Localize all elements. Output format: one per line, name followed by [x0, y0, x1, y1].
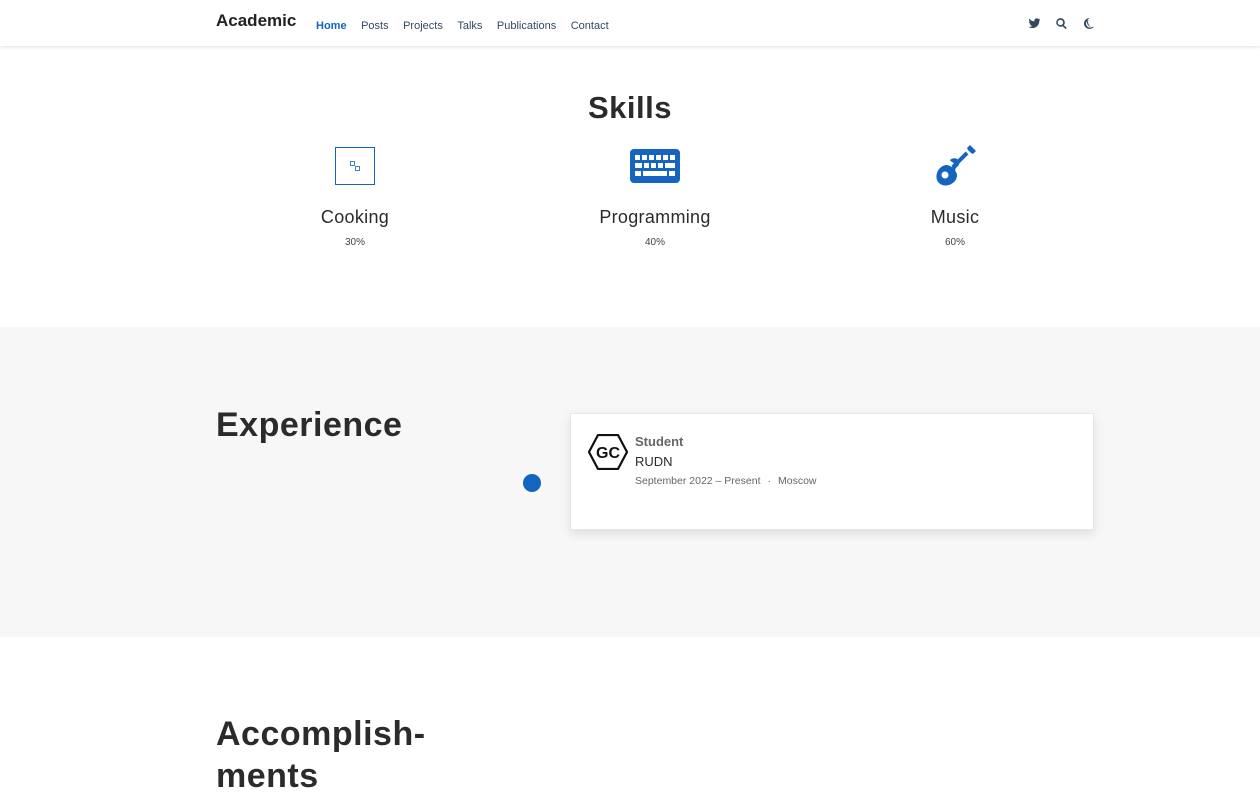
accomplishments-title-line2: ments [216, 757, 319, 795]
experience-section: Experience GC Student RUDN September 202… [0, 327, 1260, 637]
nav-icon-group [1015, 0, 1096, 46]
accomplishments-title: Accomplish- ments [216, 713, 426, 797]
experience-dates: September 2022 – Present [635, 475, 761, 487]
meta-separator: · [767, 475, 772, 487]
experience-location: Moscow [778, 475, 817, 487]
experience-title: Experience [216, 406, 403, 444]
skill-name: Music [930, 207, 980, 227]
organization-logo: GC [588, 434, 628, 470]
twitter-icon[interactable] [1026, 15, 1042, 31]
skill-percent: 60% [944, 237, 965, 248]
skills-section: Skills Cooking 30% Programming 40% Music… [0, 46, 1260, 327]
skill-programming: Programming 40% [505, 144, 805, 248]
accomplishments-title-line1: Accomplish- [216, 715, 426, 753]
top-navbar: Academic Home Posts Projects Talks Publi… [0, 0, 1260, 46]
search-icon[interactable] [1053, 15, 1069, 31]
nav-menu: Home Posts Projects Talks Publications C… [316, 0, 623, 46]
nav-link-projects[interactable]: Projects [403, 20, 443, 32]
skill-name: Programming [599, 207, 711, 227]
accomplishments-section: Accomplish- ments [0, 637, 1260, 799]
experience-card: GC Student RUDN September 2022 – Present… [570, 413, 1094, 530]
nav-link-publications[interactable]: Publications [497, 20, 556, 32]
experience-role: Student [635, 434, 684, 449]
keyboard-icon [630, 149, 680, 183]
logo-text: GC [596, 445, 620, 462]
skill-percent: 40% [644, 237, 665, 248]
nav-link-home[interactable]: Home [316, 20, 347, 32]
site-brand[interactable]: Academic [216, 11, 296, 31]
skill-name: Cooking [320, 207, 390, 227]
nav-link-posts[interactable]: Posts [361, 20, 389, 32]
broken-image-icon [335, 147, 375, 185]
experience-organization: RUDN [635, 454, 673, 469]
nav-link-contact[interactable]: Contact [571, 20, 609, 32]
timeline-dot [523, 474, 541, 492]
skill-percent: 30% [344, 237, 365, 248]
moon-icon[interactable] [1080, 15, 1096, 31]
skill-cooking: Cooking 30% [205, 144, 505, 248]
skill-music: Music 60% [805, 144, 1105, 248]
experience-meta: September 2022 – Present · Moscow [635, 475, 817, 487]
skills-title: Skills [588, 90, 672, 125]
guitar-icon [936, 145, 976, 186]
nav-link-talks[interactable]: Talks [457, 20, 482, 32]
